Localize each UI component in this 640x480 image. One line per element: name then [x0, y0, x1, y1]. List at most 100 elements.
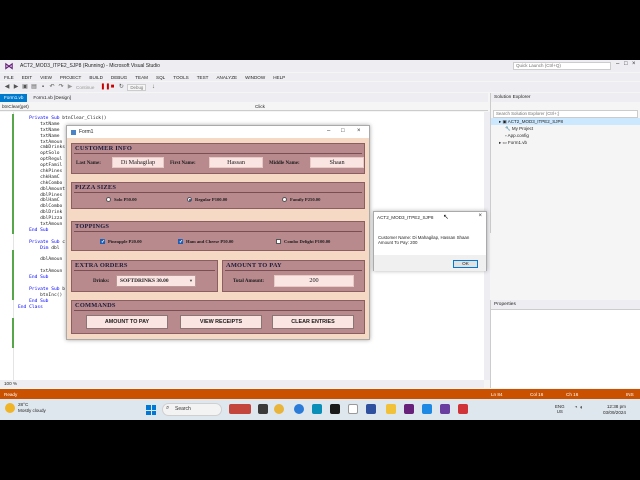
tree-item-project[interactable]: ▸ ▣ ACT2_MOD3_ITPE2_SJP8 — [491, 118, 640, 125]
form-minimize-icon[interactable]: – — [327, 128, 330, 134]
checkbox-checked[interactable] — [100, 239, 105, 245]
back-icon[interactable]: ◀ — [4, 84, 10, 90]
tree-item-my-project[interactable]: 🔧 My Project — [491, 125, 640, 132]
menu-sql[interactable]: SQL — [156, 75, 165, 80]
form-close-icon[interactable]: × — [357, 128, 361, 134]
radio-solo[interactable]: Solo P50.00 — [106, 197, 137, 202]
solution-search-input[interactable]: Search Solution Explorer (Ctrl+;) — [493, 110, 638, 118]
solution-explorer: Solution Explorer Search Solution Explor… — [490, 93, 640, 233]
checkbox[interactable] — [276, 239, 281, 244]
tab-form1-design[interactable]: Form1.vb [Design] — [29, 94, 75, 102]
pizza-sizes-group: PIZZA SIZES Solo P50.00 Regular P100.00 … — [71, 182, 365, 209]
menu-edit[interactable]: EDIT — [22, 75, 32, 80]
menu-test[interactable]: TEST — [197, 75, 209, 80]
dropbox-icon[interactable] — [366, 404, 376, 414]
menu-debug[interactable]: DEBUG — [111, 75, 127, 80]
drinks-dropdown[interactable]: SOFTDRINKS 30.00 ▼ — [116, 275, 196, 287]
customer-info-title: CUSTOMER INFO — [75, 145, 132, 152]
windows-start-icon[interactable] — [146, 405, 156, 415]
message-line-amount: Amount To Pay: 200 — [378, 240, 418, 246]
middle-name-field[interactable]: Shaan — [310, 157, 364, 168]
play-icon[interactable]: ▶ — [67, 84, 73, 90]
member-dropdown[interactable]: btnClear(get) — [0, 103, 250, 110]
stop-icon[interactable]: ■ — [109, 84, 115, 90]
edge-icon[interactable] — [294, 404, 304, 414]
menu-build[interactable]: BUILD — [89, 75, 103, 80]
properties-grid[interactable] — [491, 309, 640, 388]
configuration-dropdown[interactable]: Debug — [127, 83, 147, 91]
drinks-label: Drinks: — [93, 279, 110, 284]
restart-icon[interactable]: ↻ — [118, 84, 124, 90]
powerpoint-icon[interactable] — [458, 404, 468, 414]
checkbox-checked[interactable] — [178, 239, 183, 245]
maximize-icon[interactable]: □ — [624, 61, 628, 67]
radio-family[interactable]: Family P250.00 — [282, 197, 320, 202]
view-receipts-button[interactable]: VIEW RECEIPTS — [180, 315, 262, 329]
zoom-level[interactable]: 100 % — [0, 380, 484, 388]
form1-title-bar[interactable]: Form1 – □ × — [67, 126, 369, 138]
checkbox-ham-and-cheese[interactable]: Ham and Cheese P50.00 — [178, 239, 233, 245]
radio-button-selected[interactable] — [187, 197, 192, 202]
tiktok-icon[interactable] — [330, 404, 340, 414]
open-icon[interactable]: ▤ — [31, 84, 37, 90]
menu-view[interactable]: VIEW — [40, 75, 52, 80]
ok-button[interactable]: OK — [453, 260, 478, 268]
app-icon[interactable] — [440, 404, 450, 414]
menu-file[interactable]: FILE — [4, 75, 14, 80]
total-amount-field[interactable]: 200 — [274, 275, 354, 287]
weather-widget[interactable]: 28°C Mostly cloudy — [5, 402, 46, 413]
pause-icon[interactable]: ❚❚ — [100, 84, 110, 90]
menu-window[interactable]: WINDOW — [245, 75, 265, 80]
menu-tools[interactable]: TOOLS — [173, 75, 189, 80]
clear-entries-button[interactable]: CLEAR ENTRIES — [272, 315, 354, 329]
last-name-field[interactable]: Di Mahagilap — [112, 157, 164, 168]
undo-icon[interactable]: ↶ — [49, 84, 55, 90]
redo-icon[interactable]: ↷ — [58, 84, 64, 90]
commands-group: COMMANDS AMOUNT TO PAY VIEW RECEIPTS CLE… — [71, 300, 365, 334]
menu-analyze[interactable]: ANALYZE — [216, 75, 237, 80]
step-icon[interactable]: ↓ — [150, 84, 156, 90]
commands-title: COMMANDS — [75, 302, 116, 309]
tab-form1-code[interactable]: Form1.vb — [0, 94, 28, 102]
taskbar-search-box[interactable]: Search — [162, 403, 222, 416]
radio-button[interactable] — [106, 197, 111, 202]
message-box-close-icon[interactable]: × — [478, 213, 482, 219]
clock-date: 03/09/2024 — [603, 409, 626, 415]
chevron-down-icon[interactable]: ▼ — [189, 276, 193, 286]
form-maximize-icon[interactable]: □ — [341, 128, 345, 134]
first-name-field[interactable]: Hassan — [209, 157, 263, 168]
status-bar: Ready Ln 84 Col 16 Ch 16 INS — [0, 389, 640, 399]
save-icon[interactable]: ▪ — [40, 84, 46, 90]
close-icon[interactable]: × — [632, 61, 636, 67]
visual-studio-taskbar-icon[interactable] — [404, 404, 414, 414]
checkbox-combo-delight[interactable]: Combo Delight P100.00 — [276, 239, 330, 244]
amount-to-pay-button[interactable]: AMOUNT TO PAY — [86, 315, 168, 329]
clock[interactable]: 12:38 pm 03/09/2024 — [603, 404, 626, 415]
minimize-icon[interactable]: – — [616, 61, 619, 67]
checkbox-pineapple[interactable]: Pineapple P20.00 — [100, 239, 142, 245]
forward-icon[interactable]: ▶ — [13, 84, 19, 90]
menu-team[interactable]: TEAM — [135, 75, 148, 80]
event-dropdown[interactable]: Click — [250, 103, 265, 110]
menu-project[interactable]: PROJECT — [60, 75, 81, 80]
menu-bar: FILE EDIT VIEW PROJECT BUILD DEBUG TEAM … — [0, 73, 640, 81]
menu-help[interactable]: HELP — [273, 75, 285, 80]
radio-regular[interactable]: Regular P100.00 — [187, 197, 227, 202]
task-view-icon[interactable] — [258, 404, 268, 414]
weather-sun-icon — [5, 402, 15, 413]
radio-button[interactable] — [282, 197, 287, 202]
language-indicator[interactable]: ENG US — [555, 404, 565, 414]
visual-studio-logo-icon: ⋈ — [4, 61, 14, 71]
amazon-icon[interactable] — [348, 404, 358, 414]
tree-item-app-config[interactable]: ▫ App.config — [491, 132, 640, 139]
quick-launch-input[interactable]: Quick Launch (Ctrl+Q) — [513, 62, 611, 70]
tree-item-form1[interactable]: ▸ ▭ Form1.vb — [491, 139, 640, 146]
edge-app-icon[interactable] — [312, 404, 322, 414]
chrome-icon[interactable] — [274, 404, 284, 414]
file-explorer-icon[interactable] — [386, 404, 396, 414]
wifi-volume-icon[interactable]: ◔ ◖ — [574, 405, 583, 411]
store-icon[interactable] — [422, 404, 432, 414]
search-highlight-icon[interactable] — [229, 404, 251, 414]
continue-button[interactable]: Continue — [76, 85, 94, 90]
new-project-icon[interactable]: ▣ — [22, 84, 28, 90]
